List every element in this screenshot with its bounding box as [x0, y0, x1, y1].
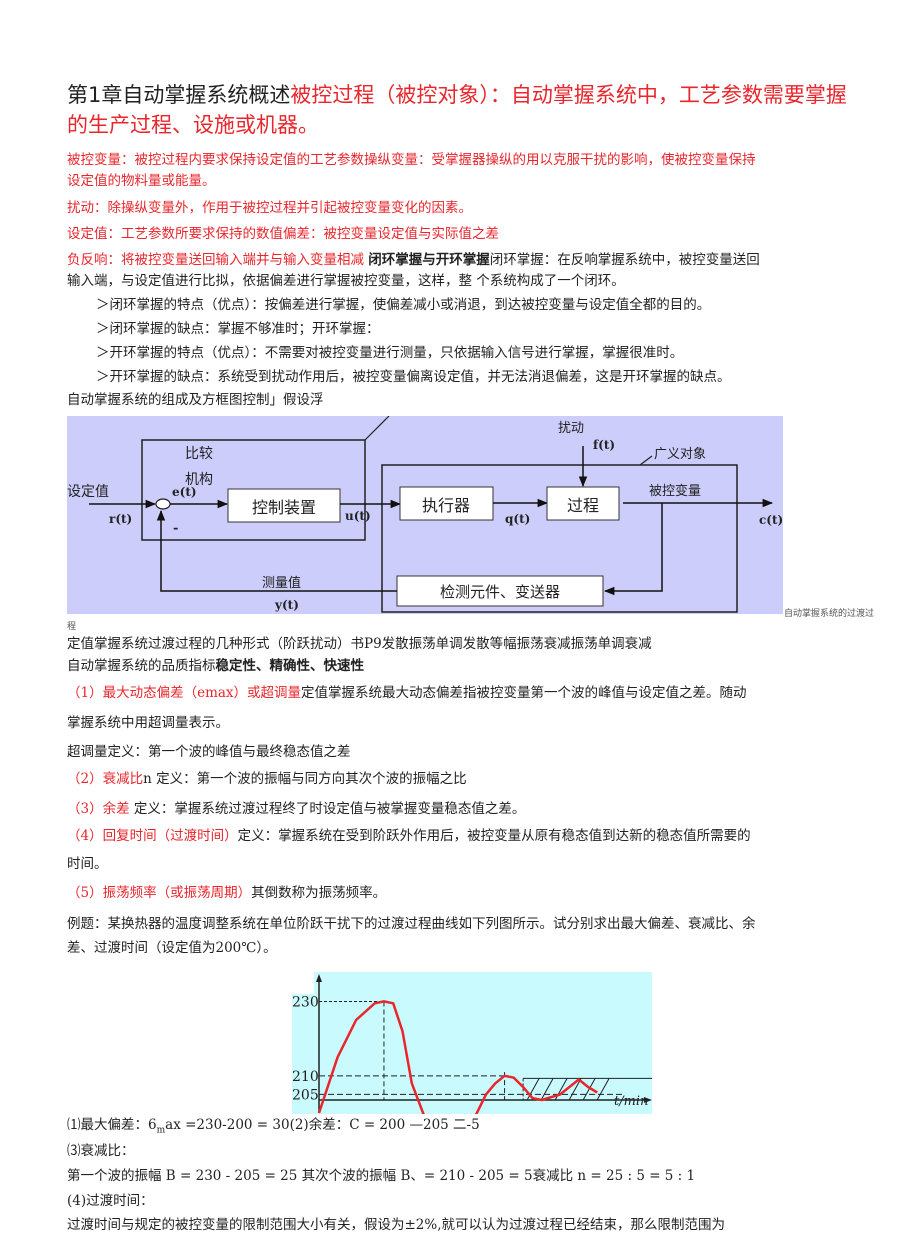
disturbance-label: 扰动 [558, 421, 584, 436]
quality-indices-line: 自动掌握系统的品质指标稳定性、精确性、快速性 [67, 656, 364, 676]
example-problem-cont: 差、过渡时间（设定值为200℃）。 [67, 940, 277, 956]
index-1: （1）最大动态偏差（emax）或超调量定值掌握系统最大动态偏差指被控变量第一个波… [67, 683, 747, 703]
index-1-term: （1）最大动态偏差（emax）或超调量 [67, 685, 302, 701]
quality-prefix: 自动掌握系统的品质指标 [67, 658, 216, 674]
index-1-cont: 掌握系统中用超调量表示。 [67, 715, 229, 731]
control-system-block-diagram: 设定值 r(t) 比较 机构 e(t) - 控制装置 u(t) 执行器 q(t)… [67, 416, 783, 614]
solution-transition-text: 过渡时间与规定的被控变量的限制范围大小有关，假设为±2%,就可以认为过渡过程已经… [67, 1217, 726, 1233]
sensor-label: 检测元件、变送器 [440, 583, 560, 601]
overshoot-definition: 超调量定义：第一个波的峰值与最终稳态值之差 [67, 744, 351, 760]
closed-open-loop-heading: 闭环掌握与开环掌握 [368, 252, 490, 268]
index-4-cont: 时间。 [67, 856, 108, 872]
generalized-object-label: 广义对象 [654, 447, 706, 462]
bullet-closed-loop-advantage: ＞闭环掌握的特点（优点）：按偏差进行掌握，使偏差减小或消退，到达被控变量与设定值… [96, 297, 711, 313]
index-3-term: （3）余差 [67, 801, 130, 817]
solution-1-rest: ax =230-200 = 30(2)余差：C = 200 —205 二-5 [165, 1117, 480, 1133]
chart-corner-mask [292, 972, 314, 994]
controller-label: 控制装置 [252, 498, 316, 517]
diagram-caption-cont: 程 [67, 622, 77, 632]
controlled-process-definition: 被控过程（被控对象）：自动掌握系统中，工艺参数需要掌握 [290, 83, 847, 107]
e-label: e(t) [172, 485, 197, 499]
y-tick-210: 210 [292, 1069, 319, 1085]
disturbance-def: 扰动：除操纵变量外，作用于被控过程并引起被控变量变化的因素。 [67, 200, 472, 216]
transient-response-chart: 230 210 205 t/min [292, 972, 652, 1114]
index-5-text: 其倒数称为振荡频率。 [251, 885, 387, 901]
index-2-term: （2）衰减比 [67, 771, 144, 787]
controlled-process-definition-cont: 的生产过程、设施或机器。 [67, 113, 319, 137]
solution-max-deviation: ⑴最大偏差：6max =230-200 = 30(2)余差：C = 200 —2… [67, 1115, 480, 1141]
index-5: （5）振荡频率（或振荡周期）其倒数称为振荡频率。 [67, 883, 386, 903]
chapter-title-prefix: 第1章自动掌握系统概述 [67, 83, 291, 107]
closed-loop-def-cont: 输入端，与设定值进行比拟，依据偏差进行掌握被控变量，这样，整 个系统构成了一个闭… [67, 273, 625, 289]
solution-transition-heading: (4)过渡时间： [67, 1193, 154, 1209]
diagram-heading: 自动掌握系统的组成及方框图控制」假设浮 [67, 392, 324, 408]
transient-forms-line: 定值掌握系统过渡过程的几种形式（阶跃扰动）书P9发散振荡单调发散等幅振荡衰减振荡… [67, 636, 652, 652]
y-tick-230: 230 [292, 994, 319, 1010]
solution-1-prefix: ⑴最大偏差：6 [67, 1117, 157, 1133]
controlled-variable-label: 被控变量 [649, 483, 701, 499]
bullet-open-loop-advantage: ＞开环掌握的特点（优点）：不需要对被控变量进行测量，只依据输入信号进行掌握，掌握… [96, 345, 684, 361]
process-label: 过程 [567, 496, 599, 515]
bullet-open-loop-disadvantage: ＞开环掌握的缺点：系统受到扰动作用后，被控变量偏离设定值，并无法消退偏差，这是开… [96, 369, 731, 385]
quality-bold: 稳定性、精确性、快速性 [215, 658, 365, 674]
summing-junction [155, 498, 171, 510]
index-4: （4）回复时间（过渡时间）定义：掌握系统在受到阶跃外作用后，被控变量从原有稳态值… [67, 826, 751, 846]
index-4-text: 定义：掌握系统在受到阶跃外作用后，被控变量从原有稳态值到达新的稳态值所需要的 [237, 828, 751, 844]
index-2: （2）衰减比n 定义：第一个波的振幅与同方向其次个波的振幅之比 [67, 769, 467, 789]
setpoint-label: 设定值 [67, 484, 109, 500]
q-label: q(t) [505, 512, 530, 526]
solution-1-sub: m [156, 1125, 166, 1136]
minus-sign: - [173, 521, 178, 536]
x-axis-label: t/min [614, 1094, 648, 1109]
index-3-text: 定义：掌握系统过渡过程终了时设定值与被掌握变量稳态值之差。 [129, 801, 526, 817]
solution-decay-ratio-heading: ⑶衰减比： [67, 1143, 135, 1159]
index-1-text: 定值掌握系统最大动态偏差指被控变量第一个波的峰值与设定值之差。随动 [301, 685, 747, 701]
measured-value-label: 测量值 [262, 575, 301, 591]
y-label: y(t) [274, 598, 299, 612]
r-label: r(t) [109, 512, 132, 526]
c-label: c(t) [759, 513, 783, 527]
actuator-label: 执行器 [422, 496, 470, 515]
controlled-variable-def: 被控变量：被控过程内要求保持设定值的工艺参数操纵变量：受掌握器操纵的用以克服干扰… [67, 152, 756, 168]
controlled-variable-def-cont: 设定值的物料量或能量。 [67, 173, 216, 189]
index-3: （3）余差 定义：掌握系统过渡过程终了时设定值与被掌握变量稳态值之差。 [67, 799, 525, 819]
diagram-caption: 自动掌握系统的过渡过 [784, 609, 875, 619]
index-4-term: （4）回复时间（过渡时间） [67, 828, 238, 844]
index-5-term: （5）振荡频率（或振荡周期） [67, 885, 252, 901]
u-label: u(t) [345, 509, 371, 523]
y-tick-205: 205 [292, 1087, 319, 1103]
feedback-paragraph: 负反响：将被控变量送回输入端并与输入变量相减 闭环掌握与开环掌握闭环掌握：在反响… [67, 250, 760, 270]
closed-loop-def: 闭环掌握：在反响掌握系统中，被控变量送回 [489, 252, 760, 268]
chapter-title: 第1章自动掌握系统概述被控过程（被控对象）：自动掌握系统中，工艺参数需要掌握 [67, 80, 847, 110]
index-2-text: n 定义：第一个波的振幅与同方向其次个波的振幅之比 [143, 771, 467, 787]
negative-feedback-def: 负反响：将被控变量送回输入端并与输入变量相减 [67, 252, 364, 268]
comparator-label-1: 比较 [185, 446, 213, 462]
example-problem: 例题：某换热器的温度调整系统在单位阶跃干扰下的过渡过程曲线如下列图所示。试分别求… [67, 916, 756, 932]
f-label: f(t) [593, 438, 615, 452]
bullet-closed-loop-disadvantage: ＞闭环掌握的缺点：掌握不够准时；开环掌握： [96, 321, 380, 337]
setpoint-def: 设定值：工艺参数所要求保持的数值偏差：被控变量设定值与实际值之差 [67, 226, 499, 242]
solution-decay-ratio: 第一个波的振幅 B = 230 - 205 = 25 其次个波的振幅 B、= 2… [67, 1168, 696, 1184]
